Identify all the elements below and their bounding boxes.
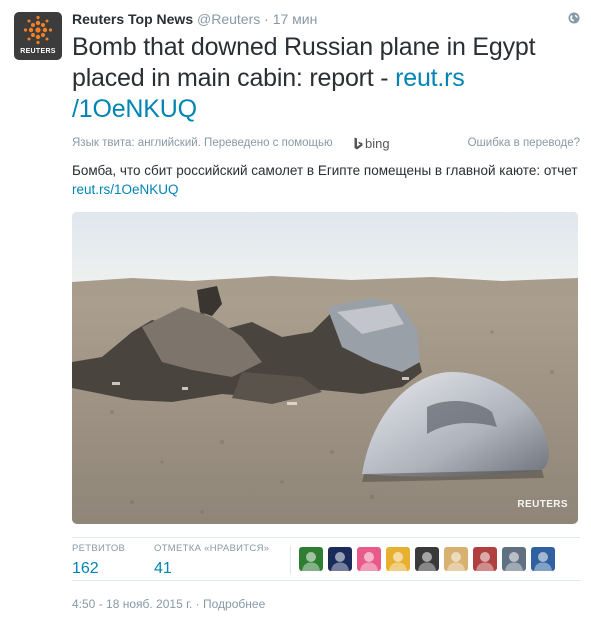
bing-logo-icon bbox=[354, 137, 363, 150]
translated-text: Бомба, что сбит российский самолет в Еги… bbox=[72, 161, 582, 199]
tweet-permalink: REUTERS Reuters Top News @Reuters · 17 м… bbox=[0, 0, 591, 619]
avatar-logo-word: REUTERS bbox=[20, 48, 56, 55]
avatar-person-blue[interactable] bbox=[531, 547, 555, 571]
photo-credit: REUTERS bbox=[517, 499, 568, 510]
tweet-photo[interactable]: REUTERS bbox=[72, 212, 578, 524]
tweet-text-body: Bomb that downed Russian plane in Egypt … bbox=[72, 33, 536, 92]
reuters-avatar[interactable]: REUTERS bbox=[14, 12, 62, 60]
bing-attribution[interactable]: bing bbox=[354, 136, 390, 151]
avatar-person-blonde[interactable] bbox=[444, 547, 468, 571]
plane-wreckage-photo bbox=[72, 212, 578, 524]
tweet-stats: РЕТВИТОВ 162 ОТМЕТКА «НРАВИТСЯ» 41 bbox=[72, 537, 580, 581]
globe-icon[interactable] bbox=[568, 12, 580, 24]
likes-count: 41 bbox=[154, 560, 172, 577]
stats-divider bbox=[290, 546, 291, 574]
author-username[interactable]: @Reuters bbox=[197, 11, 260, 27]
avatar-person-dark[interactable] bbox=[415, 547, 439, 571]
avatar-person-glasses[interactable] bbox=[502, 547, 526, 571]
bing-label: bing bbox=[365, 136, 390, 151]
author-fullname[interactable]: Reuters Top News bbox=[72, 11, 193, 27]
likes-label: ОТМЕТКА «НРАВИТСЯ» bbox=[154, 543, 270, 554]
tweet-age[interactable]: 17 мин bbox=[273, 11, 318, 27]
retweet-stat[interactable]: РЕТВИТОВ 162 bbox=[72, 543, 125, 578]
tweet-footer: 4:50 - 18 нояб. 2015 г. · Подробнее bbox=[72, 597, 265, 611]
translation-error-link[interactable]: Ошибка в переводе? bbox=[468, 137, 580, 149]
translation-language-label: Язык твита: английский. Переведено с пом… bbox=[72, 137, 333, 149]
translated-text-body: Бомба, что сбит российский самолет в Еги… bbox=[72, 163, 578, 178]
tweet-header: Reuters Top News @Reuters · 17 мин bbox=[72, 11, 317, 27]
translation-meta: Язык твита: английский. Переведено с пом… bbox=[72, 136, 580, 153]
retweets-label: РЕТВИТОВ bbox=[72, 543, 126, 554]
tweet-timestamp[interactable]: 4:50 - 18 нояб. 2015 г. bbox=[72, 597, 192, 611]
avatar-seal[interactable] bbox=[328, 547, 352, 571]
footer-separator: · bbox=[195, 597, 200, 611]
avatar-yellow[interactable] bbox=[386, 547, 410, 571]
like-stat[interactable]: ОТМЕТКА «НРАВИТСЯ» 41 bbox=[154, 543, 269, 578]
avatar-colorful[interactable] bbox=[357, 547, 381, 571]
details-link[interactable]: Подробнее bbox=[203, 597, 265, 611]
retweets-count: 162 bbox=[72, 560, 99, 577]
header-separator: · bbox=[264, 11, 269, 27]
translated-link[interactable]: reut.rs/1OeNKUQ bbox=[72, 182, 179, 197]
avatar-green-logo[interactable] bbox=[299, 547, 323, 571]
tweet-text: Bomb that downed Russian plane in Egypt … bbox=[72, 32, 582, 125]
avatar-car[interactable] bbox=[473, 547, 497, 571]
